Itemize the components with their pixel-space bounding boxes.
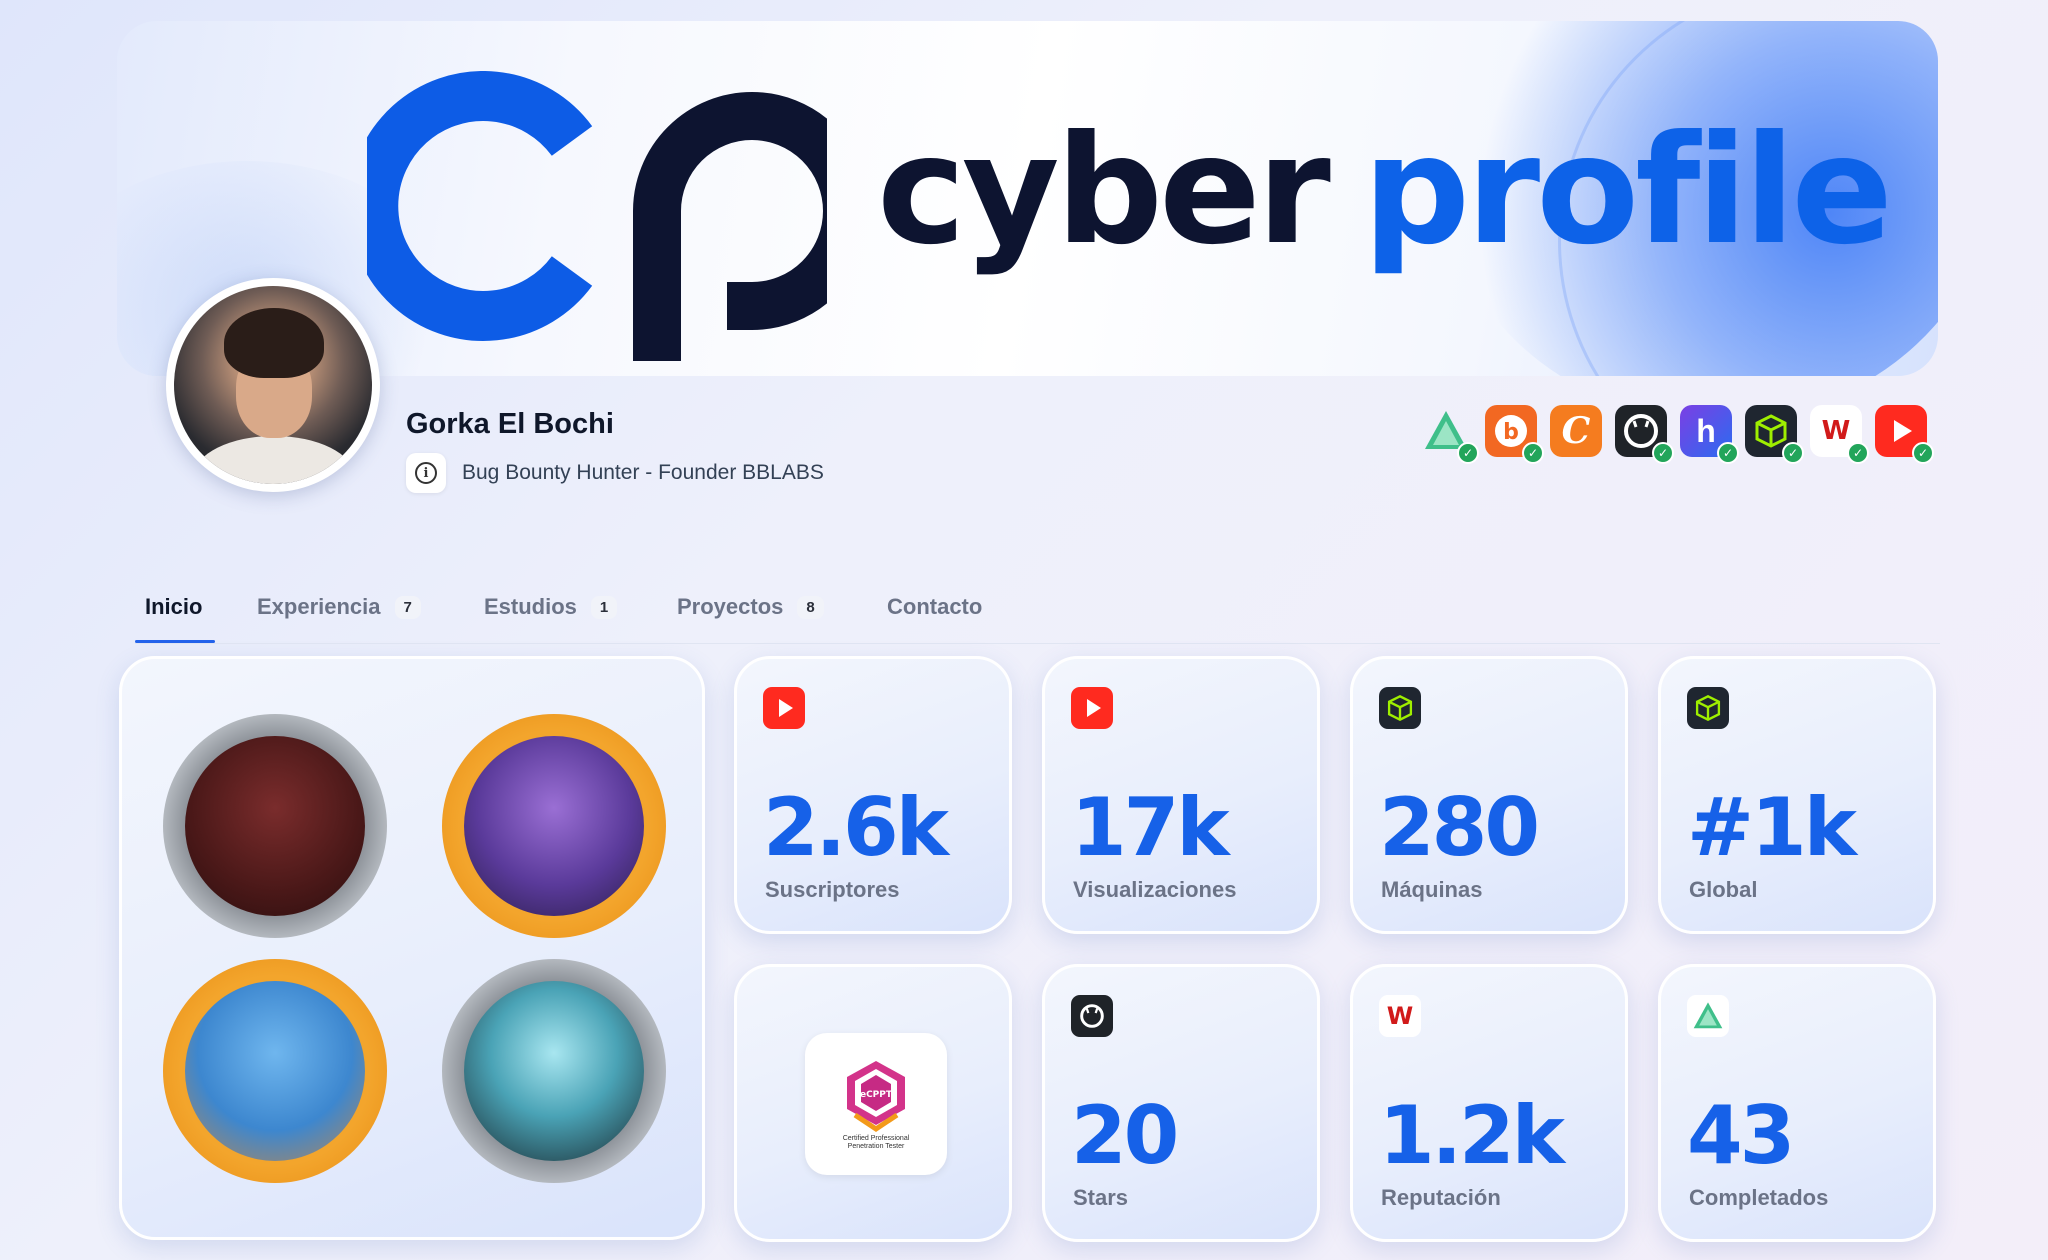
- verified-check-icon: ✓: [1457, 442, 1479, 464]
- tab-contacto[interactable]: Contacto: [887, 594, 982, 620]
- tab-estudios[interactable]: Estudios 1: [484, 594, 618, 620]
- certificate-title-line: Penetration Tester: [847, 1143, 905, 1150]
- avatar-hair: [224, 308, 324, 378]
- hackthebox-icon[interactable]: ✓: [1745, 405, 1804, 464]
- brand-wordmark: cyber profile: [877, 116, 1893, 266]
- verified-check-icon: ✓: [1717, 442, 1739, 464]
- hackerone-icon[interactable]: h ✓: [1680, 405, 1739, 464]
- bugcrowd-icon[interactable]: b ✓: [1485, 405, 1544, 464]
- badge-hacker-laptop[interactable]: [442, 714, 666, 938]
- youtube-icon: [1071, 687, 1113, 729]
- verified-check-icon: ✓: [1912, 442, 1934, 464]
- avatar-photo: [174, 286, 372, 484]
- active-tab-indicator: [135, 640, 215, 643]
- badge-artwork: [464, 981, 644, 1161]
- stat-card-reputacion[interactable]: W 1.2k Reputación: [1350, 964, 1628, 1242]
- stat-card-visualizaciones[interactable]: 17k Visualizaciones: [1042, 656, 1320, 934]
- badge-builder[interactable]: [163, 959, 387, 1183]
- stat-card-completados[interactable]: 43 Completados: [1658, 964, 1936, 1242]
- profile-banner: cyber profile: [117, 21, 1938, 376]
- stat-card-suscriptores[interactable]: 2.6k Suscriptores: [734, 656, 1012, 934]
- hackmyvm-icon: W: [1379, 995, 1421, 1037]
- stat-card-stars[interactable]: 20 Stars: [1042, 964, 1320, 1242]
- stat-label: Stars: [1073, 1185, 1129, 1210]
- tab-count-badge: 7: [394, 595, 421, 619]
- certificate-badge: eCPPT Certified Professional Penetration…: [805, 1033, 947, 1175]
- youtube-icon: [763, 687, 805, 729]
- stat-label: Visualizaciones: [1073, 877, 1237, 902]
- platform-links: ✓ b ✓ C ✓ h ✓ ✓ W ✓ ✓: [1420, 405, 1934, 464]
- stat-card-maquinas[interactable]: 280 Máquinas: [1350, 656, 1628, 934]
- tab-label: Estudios: [484, 594, 577, 619]
- badge-artwork: [464, 736, 644, 916]
- svg-text:eCPPT: eCPPT: [860, 1090, 893, 1100]
- stat-label: Completados: [1689, 1185, 1829, 1210]
- tab-inicio[interactable]: Inicio: [145, 594, 202, 620]
- tab-count-badge: 1: [590, 595, 618, 619]
- stat-value: 43: [1687, 1089, 1795, 1182]
- stat-value: #1k: [1687, 781, 1857, 874]
- badge-artwork: [185, 981, 365, 1161]
- tab-label: Experiencia: [257, 594, 381, 619]
- cyberprofile-logo-icon: [367, 71, 827, 361]
- stat-value: 2.6k: [763, 781, 949, 874]
- tab-proyectos[interactable]: Proyectos 8: [677, 594, 824, 620]
- youtube-icon[interactable]: ✓: [1875, 405, 1934, 464]
- avatar-shirt: [194, 436, 354, 484]
- info-icon[interactable]: i: [406, 453, 446, 493]
- stat-label: Global: [1689, 877, 1758, 902]
- brand-word-cyber: cyber: [877, 104, 1331, 278]
- hackmyvm-icon[interactable]: W ✓: [1810, 405, 1869, 464]
- tryhackme-icon[interactable]: ✓: [1420, 405, 1479, 464]
- bio-row: i Bug Bounty Hunter - Founder BBLABS: [406, 453, 824, 493]
- crowdsec-icon[interactable]: C: [1550, 405, 1602, 457]
- stat-label: Reputación: [1381, 1185, 1501, 1210]
- verified-check-icon: ✓: [1847, 442, 1869, 464]
- brand-word-profile: profile: [1362, 104, 1893, 278]
- tab-label: Inicio: [145, 594, 203, 619]
- stat-value: 20: [1071, 1089, 1179, 1182]
- certificate-title: Certified Professional Penetration Teste…: [843, 1135, 910, 1150]
- stat-card-global[interactable]: #1k Global: [1658, 656, 1936, 934]
- github-icon[interactable]: ✓: [1615, 405, 1674, 464]
- badges-card: [119, 656, 705, 1240]
- stat-value: 280: [1379, 781, 1540, 874]
- github-icon: [1071, 995, 1113, 1037]
- badge-octopus[interactable]: [442, 959, 666, 1183]
- verified-check-icon: ✓: [1652, 442, 1674, 464]
- svg-text:b: b: [1503, 420, 1519, 445]
- stat-value: 1.2k: [1379, 1089, 1565, 1182]
- ecppt-badge-icon: eCPPT: [847, 1061, 905, 1133]
- hackthebox-icon: [1687, 687, 1729, 729]
- verified-check-icon: ✓: [1522, 442, 1544, 464]
- tab-label: Contacto: [887, 594, 983, 619]
- avatar[interactable]: [166, 278, 380, 492]
- certificate-card[interactable]: eCPPT Certified Professional Penetration…: [734, 964, 1012, 1242]
- stat-value: 17k: [1071, 781, 1230, 874]
- badge-artwork: [185, 736, 365, 916]
- user-name: Gorka El Bochi: [406, 408, 614, 440]
- user-bio: Bug Bounty Hunter - Founder BBLABS: [462, 461, 824, 484]
- badge-hacker-team[interactable]: [163, 714, 387, 938]
- stat-label: Máquinas: [1381, 877, 1483, 902]
- hackthebox-icon: [1379, 687, 1421, 729]
- stat-label: Suscriptores: [765, 877, 900, 902]
- tab-label: Proyectos: [677, 594, 784, 619]
- tab-count-badge: 8: [797, 595, 824, 619]
- tryhackme-icon: [1687, 995, 1729, 1037]
- profile-tabs: Inicio Experiencia 7 Estudios 1 Proyecto…: [135, 580, 1940, 644]
- certificate-title-line: Certified Professional: [842, 1135, 910, 1143]
- verified-check-icon: ✓: [1782, 442, 1804, 464]
- tab-experiencia[interactable]: Experiencia 7: [257, 594, 421, 620]
